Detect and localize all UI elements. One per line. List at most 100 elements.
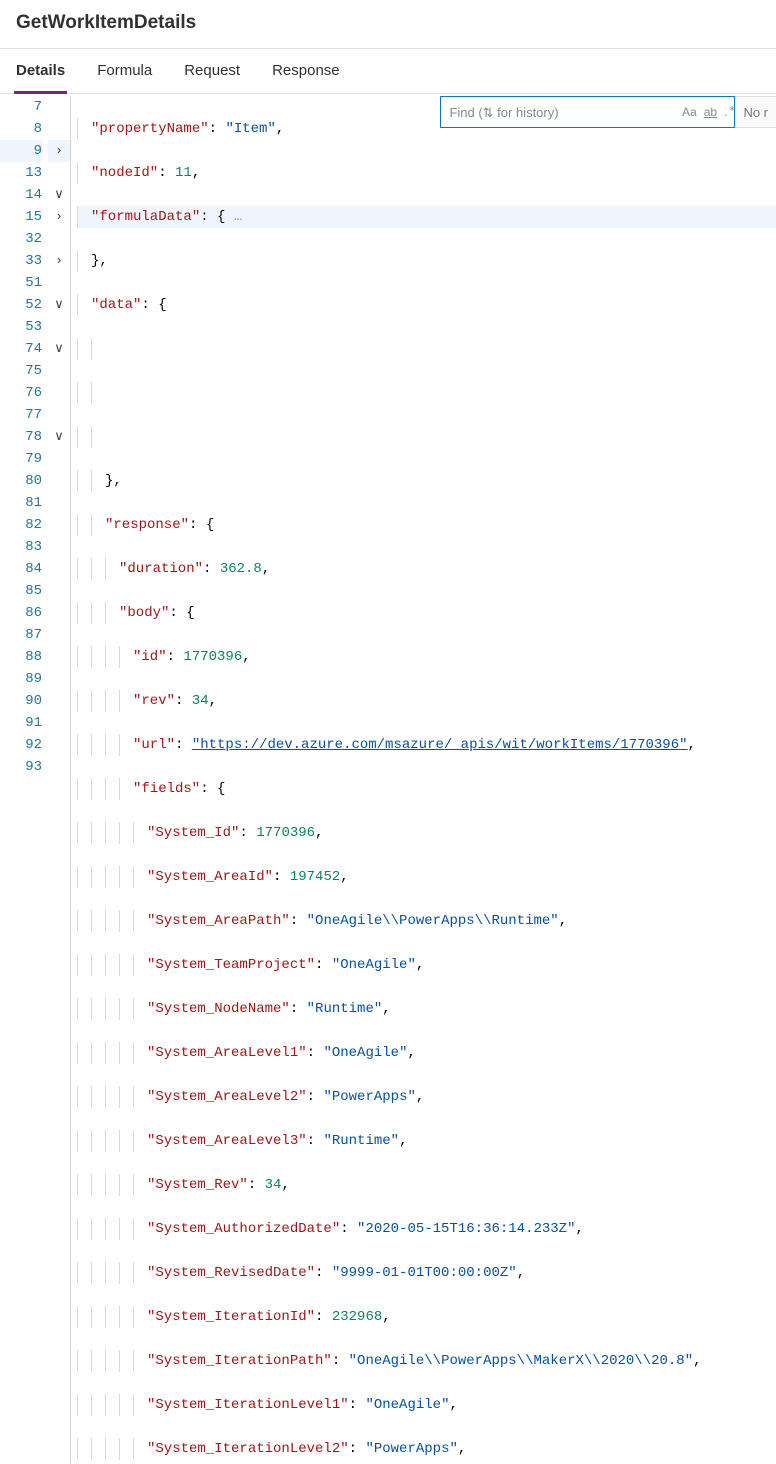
code-line: }, [77, 470, 776, 492]
header: GetWorkItemDetails [0, 0, 776, 49]
line-number: 32 [0, 228, 42, 250]
regex-icon[interactable]: .⁎ [724, 105, 727, 119]
line-number: 7 [0, 96, 42, 118]
tab-formula[interactable]: Formula [95, 49, 154, 94]
code-line [77, 382, 776, 404]
line-number: 91 [0, 712, 42, 734]
editor-wrap: Aa ab .⁎ No r 78913141532335152537475767… [0, 94, 776, 1464]
line-number: 33 [0, 250, 42, 272]
fold-toggle-icon[interactable]: ∨ [48, 184, 70, 206]
find-results-hint: No r [735, 96, 776, 128]
whole-word-icon[interactable]: ab [704, 105, 717, 119]
code-line: "System_IterationLevel2": "PowerApps", [77, 1438, 776, 1460]
code-line: "System_IterationId": 232968, [77, 1306, 776, 1328]
fold-spacer [48, 734, 70, 756]
fold-spacer [48, 690, 70, 712]
page-title: GetWorkItemDetails [16, 12, 760, 34]
tab-request[interactable]: Request [182, 49, 242, 94]
fold-toggle-icon[interactable]: ∨ [48, 338, 70, 360]
line-number: 92 [0, 734, 42, 756]
code-line: "duration": 362.8, [77, 558, 776, 580]
code-line: "System_AreaLevel1": "OneAgile", [77, 1042, 776, 1064]
fold-toggle-icon[interactable]: › [48, 250, 70, 272]
line-number: 89 [0, 668, 42, 690]
line-number: 90 [0, 690, 42, 712]
code-line: "rev": 34, [77, 690, 776, 712]
tab-response[interactable]: Response [270, 49, 342, 94]
fold-spacer [48, 448, 70, 470]
code-line: "body": { [77, 602, 776, 624]
line-number: 82 [0, 514, 42, 536]
code-content[interactable]: "propertyName": "Item", "nodeId": 11, "f… [70, 96, 776, 1464]
fold-column: ›∨››∨∨∨ [48, 96, 70, 1464]
fold-spacer [48, 536, 70, 558]
line-number: 87 [0, 624, 42, 646]
code-line: "System_AreaLevel3": "Runtime", [77, 1130, 776, 1152]
line-number: 79 [0, 448, 42, 470]
code-line: "formulaData": { … [77, 206, 776, 228]
line-number: 13 [0, 162, 42, 184]
fold-spacer [48, 470, 70, 492]
code-line: "System_TeamProject": "OneAgile", [77, 954, 776, 976]
code-line: "System_Rev": 34, [77, 1174, 776, 1196]
line-number: 51 [0, 272, 42, 294]
code-line: "System_NodeName": "Runtime", [77, 998, 776, 1020]
fold-spacer [48, 96, 70, 118]
code-line: "data": { [77, 294, 776, 316]
line-number: 14 [0, 184, 42, 206]
fold-spacer [48, 382, 70, 404]
find-input[interactable] [449, 105, 675, 120]
line-number: 78 [0, 426, 42, 448]
line-number: 86 [0, 602, 42, 624]
code-line [77, 338, 776, 360]
code-line: "System_IterationPath": "OneAgile\\Power… [77, 1350, 776, 1372]
fold-spacer [48, 228, 70, 250]
line-number: 77 [0, 404, 42, 426]
fold-spacer [48, 580, 70, 602]
code-line: "response": { [77, 514, 776, 536]
code-line: "nodeId": 11, [77, 162, 776, 184]
line-number: 88 [0, 646, 42, 668]
fold-spacer [48, 756, 70, 778]
find-input-box[interactable]: Aa ab .⁎ [440, 96, 735, 128]
code-line: "url": "https://dev.azure.com/msazure/_a… [77, 734, 776, 756]
code-line: "System_AreaId": 197452, [77, 866, 776, 888]
tabs-bar: Details Formula Request Response [0, 49, 776, 94]
fold-spacer [48, 712, 70, 734]
fold-spacer [48, 162, 70, 184]
line-number: 85 [0, 580, 42, 602]
find-widget: Aa ab .⁎ No r [440, 96, 776, 128]
fold-toggle-icon[interactable]: ∨ [48, 426, 70, 448]
line-number: 9 [0, 140, 42, 162]
line-number: 53 [0, 316, 42, 338]
line-number: 15 [0, 206, 42, 228]
line-number: 84 [0, 558, 42, 580]
line-number: 83 [0, 536, 42, 558]
line-number: 80 [0, 470, 42, 492]
code-line: "System_AreaPath": "OneAgile\\PowerApps\… [77, 910, 776, 932]
code-line: "fields": { [77, 778, 776, 800]
fold-toggle-icon[interactable]: › [48, 140, 70, 162]
code-line: "System_IterationLevel1": "OneAgile", [77, 1394, 776, 1416]
fold-toggle-icon[interactable]: ∨ [48, 294, 70, 316]
line-number: 93 [0, 756, 42, 778]
line-number-gutter: 7891314153233515253747576777879808182838… [0, 96, 48, 1464]
match-case-icon[interactable]: Aa [682, 105, 697, 119]
fold-spacer [48, 558, 70, 580]
line-number: 74 [0, 338, 42, 360]
tab-details[interactable]: Details [14, 49, 67, 94]
line-number: 76 [0, 382, 42, 404]
fold-spacer [48, 668, 70, 690]
fold-spacer [48, 360, 70, 382]
fold-spacer [48, 624, 70, 646]
fold-spacer [48, 272, 70, 294]
code-line: "System_AuthorizedDate": "2020-05-15T16:… [77, 1218, 776, 1240]
fold-toggle-icon[interactable]: › [48, 206, 70, 228]
code-editor[interactable]: 7891314153233515253747576777879808182838… [0, 94, 776, 1464]
code-line: "System_RevisedDate": "9999-01-01T00:00:… [77, 1262, 776, 1284]
fold-spacer [48, 492, 70, 514]
fold-spacer [48, 646, 70, 668]
line-number: 8 [0, 118, 42, 140]
fold-spacer [48, 404, 70, 426]
fold-spacer [48, 118, 70, 140]
